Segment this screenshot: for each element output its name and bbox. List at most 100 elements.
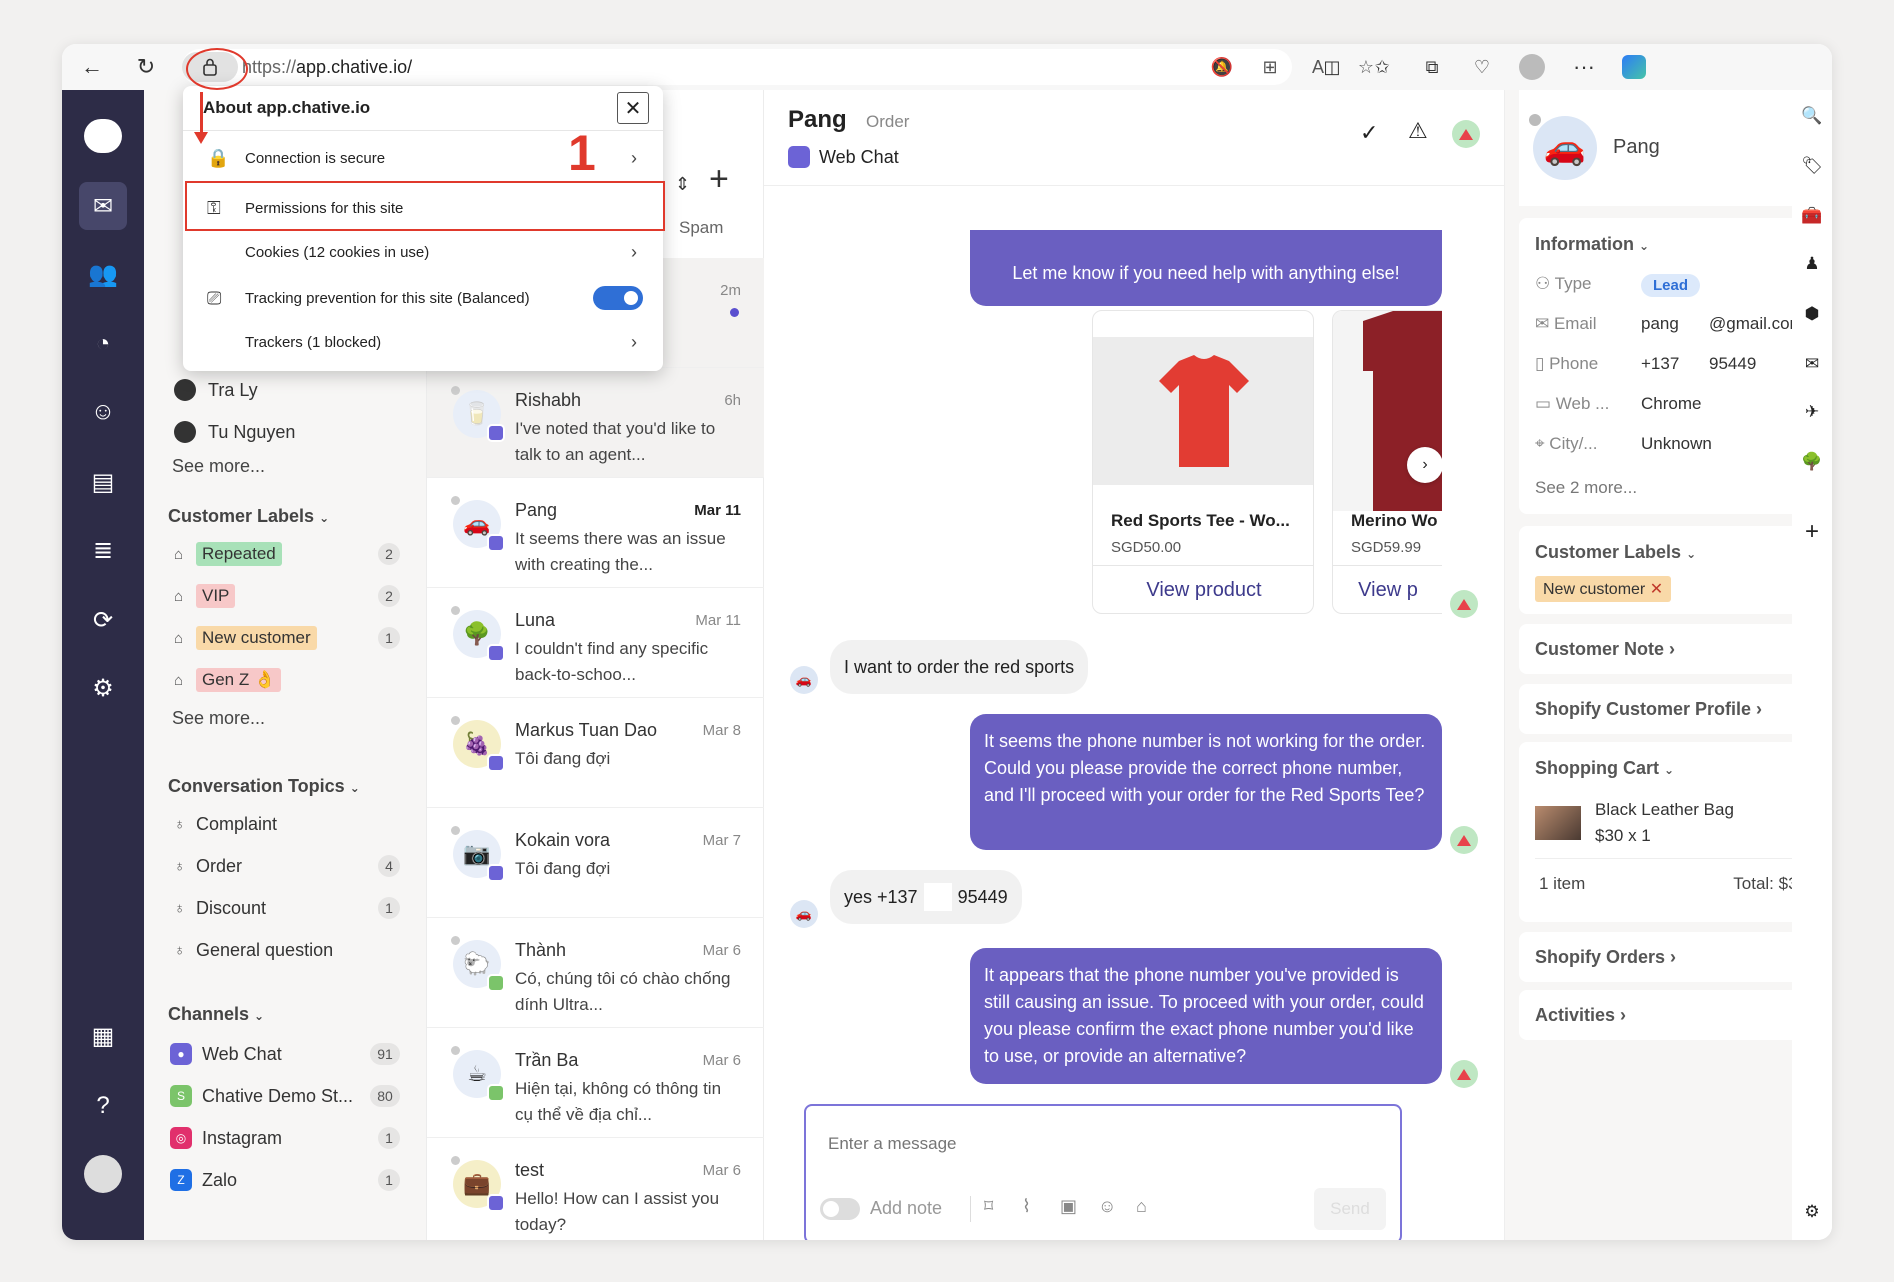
- outlook-icon[interactable]: ✉: [1800, 352, 1824, 376]
- close-icon[interactable]: ✕: [617, 92, 649, 124]
- tools-icon[interactable]: 🧰: [1800, 204, 1824, 228]
- topic-item-discount[interactable]: ♁Discount1: [174, 894, 400, 922]
- remove-label-icon[interactable]: ✕: [1650, 581, 1663, 598]
- database-icon[interactable]: ≣: [79, 526, 127, 574]
- red-tshirt-icon: [1149, 351, 1259, 471]
- label-item-vip[interactable]: ⌂VIP2: [174, 582, 400, 610]
- label-item-repeated[interactable]: ⌂Repeated2: [174, 540, 400, 568]
- conversation-item[interactable]: 🍇 Markus Tuan Dao Mar 8 Tôi đang đợi: [427, 698, 765, 808]
- topic-item-complaint[interactable]: ♁Complaint: [174, 810, 400, 838]
- channel-item-zalo[interactable]: ZZalo1: [170, 1166, 400, 1194]
- warning-icon[interactable]: ⚠: [1408, 118, 1428, 144]
- shopify-bag-icon[interactable]: ⌂: [1136, 1196, 1147, 1217]
- view-product-button[interactable]: View product: [1093, 565, 1314, 614]
- muted-bell-icon[interactable]: 🔕: [1208, 53, 1236, 81]
- shopping-cart-heading[interactable]: Shopping Cart ⌄: [1535, 758, 1674, 779]
- settings-gear-icon[interactable]: ⚙: [79, 664, 127, 712]
- trackers-row[interactable]: Trackers (1 blocked)›: [183, 320, 663, 364]
- broadcast-icon[interactable]: ▤: [79, 458, 127, 506]
- channel-item-instagram[interactable]: ◎Instagram1: [170, 1124, 400, 1152]
- split-screen-icon[interactable]: ◫: [1316, 51, 1348, 83]
- conversation-item[interactable]: 🌳 Luna Mar 11 I couldn't find any specif…: [427, 588, 765, 698]
- shopify-orders-card[interactable]: Shopify Orders › +: [1519, 932, 1827, 982]
- emoji-icon[interactable]: ☺: [1098, 1196, 1116, 1217]
- contacts-icon[interactable]: 👥: [79, 250, 127, 298]
- health-icon[interactable]: ♡: [1466, 51, 1498, 83]
- shopify-profile-card[interactable]: Shopify Customer Profile ›: [1519, 684, 1827, 734]
- copilot-icon[interactable]: [1618, 51, 1650, 83]
- chative-logo-icon[interactable]: [79, 112, 127, 160]
- image-icon[interactable]: ▣: [1060, 1196, 1077, 1217]
- carousel-next-button[interactable]: ›: [1407, 447, 1442, 483]
- conversation-item[interactable]: 🚗 Pang Mar 11 It seems there was an issu…: [427, 478, 765, 588]
- address-bar[interactable]: https://app.chative.io/ 🔕 ⊞ A ☆: [182, 49, 1292, 85]
- user-avatar[interactable]: [79, 1150, 127, 1198]
- back-icon[interactable]: ←: [76, 51, 108, 83]
- apps-grid-icon[interactable]: ▦: [79, 1012, 127, 1060]
- inbox-icon[interactable]: ✉: [79, 182, 127, 230]
- message-input[interactable]: [828, 1130, 1368, 1158]
- tag-icon: ⌂: [174, 588, 196, 605]
- customer-labels-heading[interactable]: Customer Labels ⌄: [168, 506, 329, 527]
- cookies-row[interactable]: Cookies (12 cookies in use)›: [183, 230, 663, 274]
- conversation-item[interactable]: 📷 Kokain vora Mar 7 Tôi đang đợi: [427, 808, 765, 918]
- integrations-icon[interactable]: ⟳: [79, 596, 127, 644]
- information-heading[interactable]: Information ⌄: [1535, 234, 1649, 255]
- sort-icon[interactable]: ⇕: [675, 174, 690, 195]
- tab-spam[interactable]: Spam: [679, 218, 723, 238]
- channel-item-web-chat[interactable]: ●Web Chat91: [170, 1040, 400, 1068]
- contact-avatar: 🚗: [790, 900, 818, 928]
- reload-icon[interactable]: ↻: [130, 51, 162, 83]
- customer-note-card[interactable]: Customer Note ›: [1519, 624, 1827, 674]
- label-item-gen-z[interactable]: ⌂Gen Z 👌: [174, 666, 400, 694]
- conversation-name: Trần Ba: [515, 1050, 578, 1071]
- more-menu-icon[interactable]: ···: [1568, 51, 1600, 83]
- agents-icon[interactable]: ☺: [79, 388, 127, 436]
- attachment-icon[interactable]: ⌇: [1022, 1196, 1031, 1217]
- info-type-row: ⚇ Type Lead: [1535, 274, 1825, 302]
- conversation-item[interactable]: 🐑 Thành Mar 6 Có, chúng tôi có chào chốn…: [427, 918, 765, 1028]
- conversation-item[interactable]: 💼 test Mar 6 Hello! How can I assist you…: [427, 1138, 765, 1240]
- topic-item-order[interactable]: ♁Order4: [174, 852, 400, 880]
- tracking-prevention-row[interactable]: ⎚Tracking prevention for this site (Bala…: [183, 276, 663, 320]
- topic-item-general-question[interactable]: ♁General question: [174, 936, 400, 964]
- games-icon[interactable]: ♟: [1800, 252, 1824, 276]
- tracking-prevention-toggle[interactable]: [593, 286, 643, 310]
- agent-item[interactable]: Tu Nguyen: [174, 418, 400, 446]
- add-note-toggle[interactable]: [820, 1198, 860, 1220]
- sidebar-settings-icon[interactable]: ⚙: [1800, 1200, 1824, 1224]
- activities-card[interactable]: Activities ›: [1519, 990, 1827, 1040]
- search-icon[interactable]: 🔍: [1800, 104, 1824, 128]
- see-more-info-link[interactable]: See 2 more...: [1535, 478, 1637, 498]
- help-icon[interactable]: ?: [79, 1082, 127, 1130]
- conversation-topics-heading[interactable]: Conversation Topics ⌄: [168, 776, 360, 797]
- new-conversation-button[interactable]: +: [709, 160, 729, 199]
- office-icon[interactable]: ⬢: [1800, 302, 1824, 326]
- assignee-avatar[interactable]: [1452, 120, 1480, 148]
- add-sidebar-app-icon[interactable]: +: [1800, 520, 1824, 544]
- send-button[interactable]: Send: [1314, 1188, 1386, 1230]
- collections-icon[interactable]: ⧉: [1416, 51, 1448, 83]
- bookmark-icon[interactable]: ⌑: [984, 1196, 993, 1217]
- tree-icon[interactable]: 🌳: [1800, 450, 1824, 474]
- channel-item-shopify[interactable]: SChative Demo St...80: [170, 1082, 400, 1110]
- browser-toolbar: ← ↻ https://app.chative.io/ 🔕 ⊞ A ☆ ◫ ✩ …: [62, 44, 1832, 90]
- chat-channel-label: Web Chat: [819, 147, 899, 168]
- see-more-labels-link[interactable]: See more...: [172, 708, 265, 729]
- favorites-icon[interactable]: ✩: [1366, 51, 1398, 83]
- customer-labels-heading[interactable]: Customer Labels ⌄: [1535, 542, 1696, 563]
- resolve-check-icon[interactable]: ✓: [1360, 120, 1378, 146]
- profile-avatar-icon[interactable]: [1516, 51, 1548, 83]
- reports-icon[interactable]: ◔: [79, 320, 127, 368]
- conversation-preview: Có, chúng tôi có chào chống dính Ultra..…: [515, 966, 741, 1018]
- conversation-item[interactable]: 🥛 Rishabh 6h I've noted that you'd like …: [427, 368, 765, 478]
- label-item-new-customer[interactable]: ⌂New customer1: [174, 624, 400, 652]
- see-more-agents-link[interactable]: See more...: [172, 456, 265, 477]
- send-icon[interactable]: ✈: [1800, 400, 1824, 424]
- view-product-button[interactable]: View p: [1333, 565, 1442, 614]
- agent-item[interactable]: Tra Ly: [174, 376, 400, 404]
- shopping-tag-icon[interactable]: 🏷: [1800, 154, 1824, 178]
- channels-heading[interactable]: Channels ⌄: [168, 1004, 264, 1025]
- app-grid-icon[interactable]: ⊞: [1256, 53, 1284, 81]
- conversation-item[interactable]: ☕ Trần Ba Mar 6 Hiện tại, không có thông…: [427, 1028, 765, 1138]
